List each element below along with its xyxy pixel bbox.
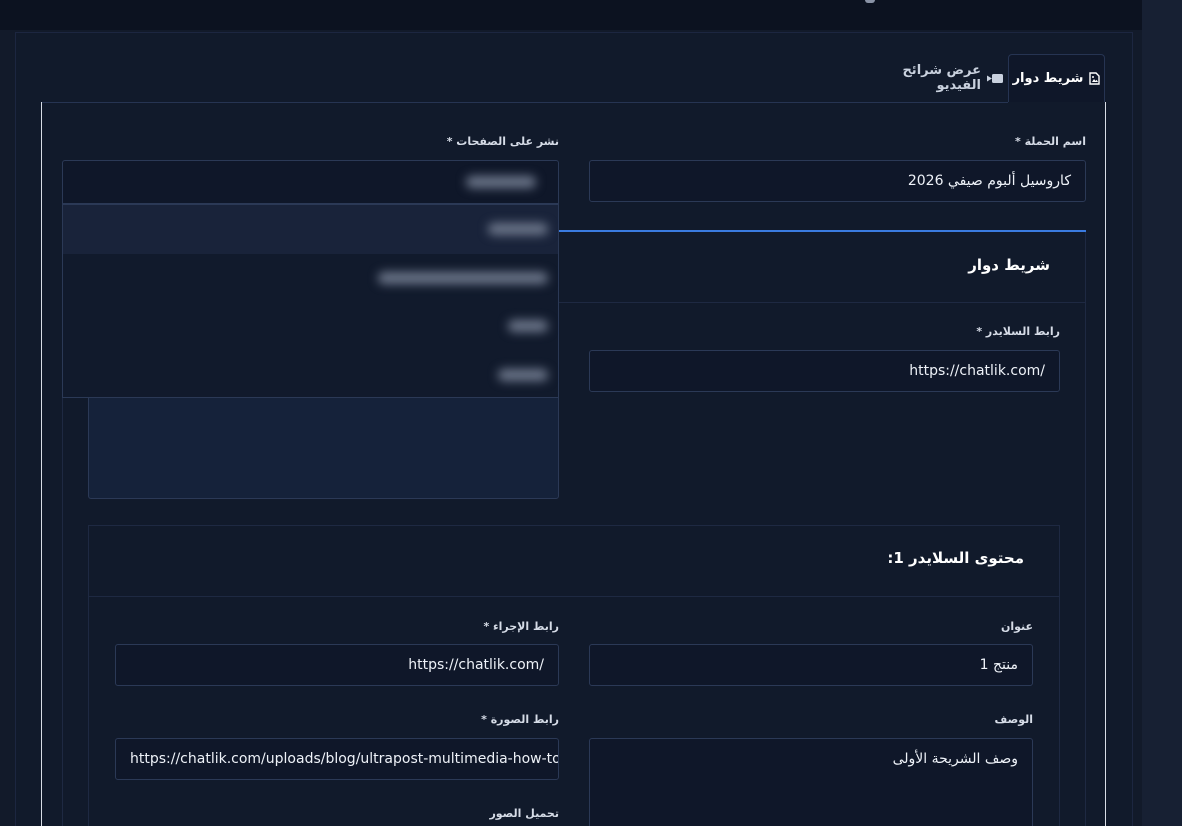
description-textarea[interactable]: وصف الشريحة الأولى	[589, 738, 1033, 826]
slide-title-label: عنوان	[1000, 620, 1033, 633]
image-url-input[interactable]: https://chatlik.com/uploads/blog/ultrapo…	[115, 738, 559, 780]
image-url-label: رابط الصورة *	[481, 713, 559, 726]
top-bar	[0, 0, 1142, 30]
file-image-icon	[1089, 72, 1101, 85]
slider-url-input[interactable]: https://chatlik.com/	[589, 350, 1060, 392]
dropdown-option[interactable]	[63, 351, 558, 400]
action-url-label: رابط الإجراء *	[483, 620, 559, 633]
slide-title-input[interactable]: منتج 1	[589, 644, 1033, 686]
publish-pages-dropdown[interactable]	[62, 204, 559, 398]
slide-header-divider	[89, 596, 1059, 597]
panel-top-border	[41, 102, 1008, 103]
top-bar-indicator	[865, 0, 875, 3]
dropdown-option[interactable]	[63, 302, 558, 351]
scroll-gutter	[1142, 0, 1182, 826]
video-camera-icon	[987, 73, 1003, 84]
upload-images-label: تحميل الصور	[489, 807, 559, 820]
slider-url-label: رابط السلايدر *	[976, 325, 1060, 338]
selected-page-blurred	[466, 176, 536, 188]
pages-select-list[interactable]	[88, 396, 559, 499]
publish-pages-label: نشر على الصفحات *	[446, 135, 559, 148]
action-url-input[interactable]: https://chatlik.com/	[115, 644, 559, 686]
panel-right-border	[1105, 102, 1106, 826]
tab-carousel-label: شريط دوار	[1012, 71, 1084, 86]
tab-video-slideshow-label: عرض شرائح الفيديو	[902, 63, 981, 93]
carousel-heading: شريط دوار	[968, 256, 1050, 274]
campaign-name-input[interactable]: كاروسيل ألبوم صيفي 2026	[589, 160, 1086, 202]
description-label: الوصف	[994, 713, 1033, 726]
tab-video-slideshow[interactable]: عرض شرائح الفيديو	[858, 54, 1003, 102]
dropdown-option[interactable]	[63, 205, 558, 254]
tab-carousel[interactable]: شريط دوار	[1008, 54, 1105, 102]
slide-heading: محتوى السلايدر 1:	[887, 549, 1024, 567]
campaign-name-label: اسم الحملة *	[1015, 135, 1086, 148]
dropdown-option[interactable]	[63, 254, 558, 303]
publish-pages-select[interactable]	[62, 160, 559, 204]
panel-left-border	[41, 102, 42, 826]
